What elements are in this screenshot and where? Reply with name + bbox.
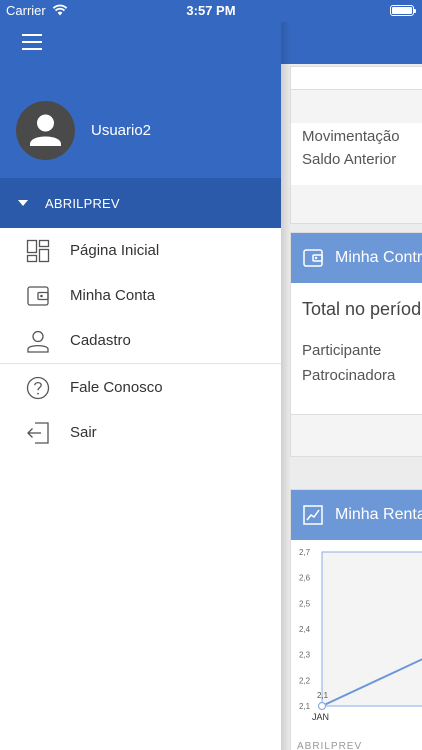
organization-selector[interactable]: ABRILPREV: [0, 178, 281, 228]
profitability-card[interactable]: Minha Renta 2,7 2,6 2,5 2,4 2,3 2,2 2,1 2,1 JAN: [290, 489, 422, 750]
movement-card: Movimentação Saldo Anterior: [290, 66, 422, 224]
menu-item-home[interactable]: Página Inicial: [0, 228, 281, 273]
menu-item-label: Página Inicial: [70, 242, 160, 259]
clock-label: 3:57 PM: [186, 3, 236, 18]
period-total-label: Total no períod: [302, 299, 422, 319]
organization-label: ABRILPREV: [45, 196, 120, 211]
previous-balance-label: Saldo Anterior: [302, 151, 397, 168]
data-label: 2,1: [317, 691, 329, 700]
menu-item-label: Sair: [70, 424, 97, 441]
menu-item-label: Minha Conta: [70, 287, 156, 304]
menu-icon[interactable]: [22, 34, 44, 52]
menu-item-registration[interactable]: Cadastro: [0, 318, 281, 363]
drawer-header: Usuario2: [0, 0, 281, 178]
sponsor-label: Patrocinadora: [302, 367, 396, 384]
avatar[interactable]: [16, 101, 75, 160]
line-chart-icon: [303, 505, 323, 525]
menu-item-logout[interactable]: Sair: [0, 410, 281, 455]
status-bar: Carrier 3:57 PM: [0, 0, 422, 22]
y-tick-label: 2,3: [299, 651, 311, 660]
person-icon: [27, 330, 49, 353]
exit-icon: [27, 422, 49, 444]
y-tick-label: 2,4: [299, 625, 311, 634]
menu-item-label: Fale Conosco: [70, 379, 163, 396]
battery-icon: [390, 5, 416, 16]
wallet-icon: [303, 249, 323, 267]
user-icon: [30, 114, 61, 146]
profitability-chart: 2,72,62,52,42,32,22,12,1JAN: [299, 548, 422, 722]
data-point[interactable]: [317, 701, 327, 711]
dashboard-icon: [26, 239, 50, 263]
participant-label: Participante: [302, 342, 382, 359]
menu-divider: [0, 363, 281, 364]
profitability-card-title: Minha Renta: [335, 506, 422, 523]
y-tick-label: 2,6: [299, 574, 311, 583]
menu-item-contact[interactable]: Fale Conosco: [0, 365, 281, 410]
y-tick-label: 2,5: [299, 599, 311, 608]
side-drawer: Usuario2 ABRILPREV Página Inicial Minha …: [0, 0, 281, 750]
caret-down-icon: [18, 200, 28, 206]
main-content: Movimentação Saldo Anterior Minha Contr …: [281, 0, 422, 750]
contribution-card-header: Minha Contr: [291, 233, 422, 283]
x-tick-label: JAN: [312, 712, 329, 722]
contribution-card[interactable]: Minha Contr Total no períod Participante…: [290, 232, 422, 457]
menu-item-account[interactable]: Minha Conta: [0, 273, 281, 318]
contribution-card-title: Minha Contr: [335, 249, 422, 266]
footer-brand: ABRILPREV: [297, 741, 363, 750]
profitability-card-header: Minha Renta: [291, 490, 422, 540]
y-tick-label: 2,2: [299, 676, 311, 685]
y-tick-label: 2,7: [299, 548, 311, 557]
help-icon: [26, 376, 50, 400]
movement-label: Movimentação: [302, 128, 400, 145]
y-tick-label: 2,1: [299, 702, 311, 711]
menu-item-label: Cadastro: [70, 332, 131, 349]
username-label: Usuario2: [91, 122, 152, 139]
wallet-icon: [27, 286, 49, 306]
